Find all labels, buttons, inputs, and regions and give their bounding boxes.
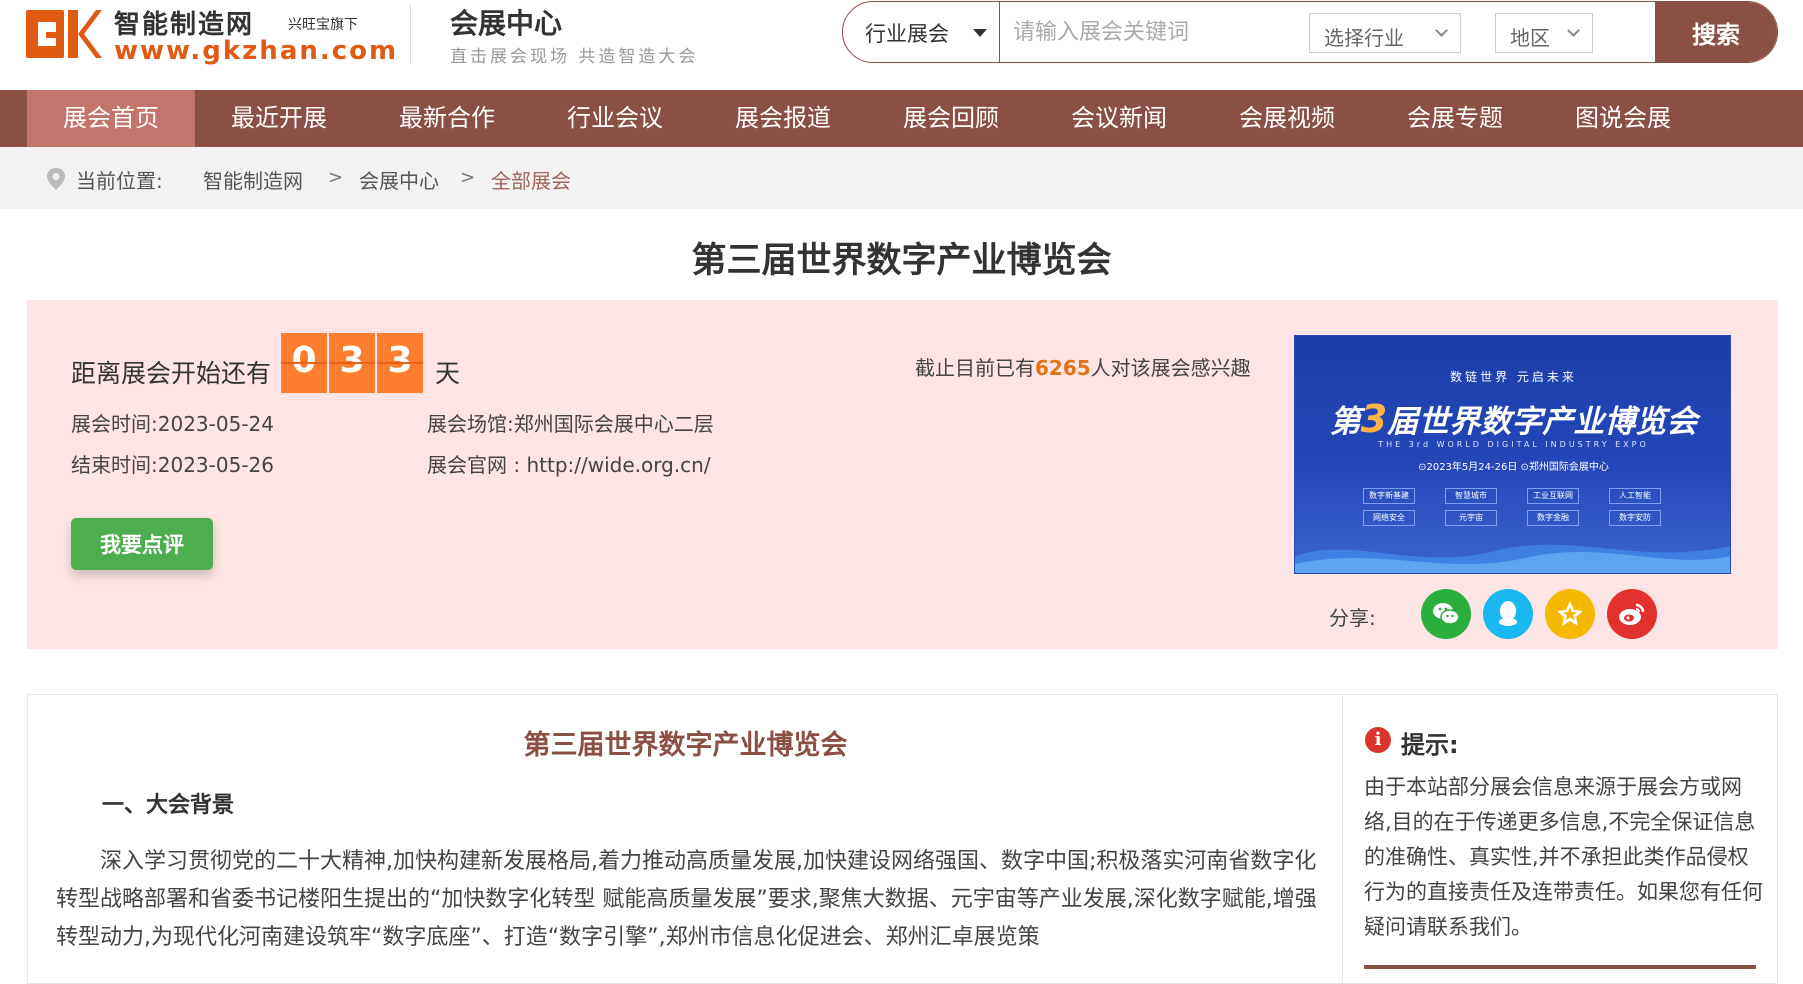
nav-item-home[interactable]: 展会首页 bbox=[27, 90, 195, 147]
banner-tag: 数字新基建 bbox=[1363, 488, 1415, 504]
banner-title-pre: 第 bbox=[1329, 404, 1361, 440]
countdown-label: 距离展会开始还有 bbox=[71, 359, 272, 388]
banner-tag: 数字安防 bbox=[1609, 510, 1661, 526]
banner-tag: 工业互联网 bbox=[1527, 488, 1579, 504]
tips-panel: i 提示: 由于本站部分展会信息来源于展会方或网络,目的在于传递更多信息,不完全… bbox=[1342, 694, 1778, 984]
search-button[interactable]: 搜索 bbox=[1655, 2, 1777, 62]
search-type-label: 行业展会 bbox=[865, 22, 949, 46]
venue-value: 郑州国际会展中心二层 bbox=[513, 412, 714, 436]
logo-tagline: 兴旺宝旗下 bbox=[288, 17, 358, 33]
end-time: 结束时间:2023-05-26 bbox=[71, 449, 274, 478]
banner-subtitle: THE 3rd WORLD DIGITAL INDUSTRY EXPO bbox=[1378, 440, 1649, 449]
weibo-icon bbox=[1619, 603, 1645, 625]
chevron-down-icon bbox=[1567, 24, 1580, 37]
site-slogan: 直击展会现场 共造智造大会 bbox=[450, 47, 699, 67]
official-site-link[interactable]: http://wide.org.cn/ bbox=[526, 453, 710, 477]
nav-item-news[interactable]: 会议新闻 bbox=[1035, 90, 1203, 147]
nav-item-conferences[interactable]: 行业会议 bbox=[531, 90, 699, 147]
article-content: 第三届世界数字产业博览会 一、大会背景 深入学习贯彻党的二十大精神,加快构建新发… bbox=[27, 694, 1342, 984]
banner-tag: 人工智能 bbox=[1609, 488, 1661, 504]
start-time-label: 展会时间: bbox=[71, 412, 158, 436]
search-type-dropdown[interactable]: 行业展会 bbox=[843, 2, 1000, 62]
banner-title: 第3届世界数字产业博览会 bbox=[1295, 396, 1730, 441]
breadcrumb-item-home[interactable]: 智能制造网 bbox=[203, 165, 303, 194]
industry-select-label: 选择行业 bbox=[1324, 26, 1404, 50]
interest-count: 6265 bbox=[1035, 356, 1091, 380]
article-paragraph: 深入学习贯彻党的二十大精神,加快构建新发展格局,着力推动高质量发展,加快建设网络… bbox=[56, 849, 1317, 950]
weibo-share-button[interactable] bbox=[1607, 589, 1657, 639]
event-info-panel: 距离展会开始还有 0 3 3 天 截止目前已有6265人对该展会感兴趣 展会时间… bbox=[27, 300, 1778, 649]
region-select[interactable]: 地区 bbox=[1495, 13, 1593, 53]
write-review-button[interactable]: 我要点评 bbox=[71, 518, 213, 570]
banner-tag: 智慧城市 bbox=[1445, 488, 1497, 504]
site-section-title[interactable]: 会展中心 bbox=[450, 2, 562, 42]
nav-item-topics[interactable]: 会展专题 bbox=[1371, 90, 1539, 147]
wechat-share-button[interactable] bbox=[1421, 589, 1471, 639]
breadcrumb-separator: > bbox=[328, 167, 344, 188]
interest-prefix: 截止目前已有 bbox=[915, 356, 1035, 380]
tips-body: 由于本站部分展会信息来源于展会方或网络,目的在于传递更多信息,不完全保证信息的准… bbox=[1364, 775, 1763, 939]
tips-divider bbox=[1364, 965, 1756, 969]
banner-date: ⊙2023年5月24-26日 ⊙郑州国际会展中心 bbox=[1418, 462, 1609, 473]
banner-tag: 网络安全 bbox=[1363, 510, 1415, 526]
industry-select[interactable]: 选择行业 bbox=[1309, 13, 1461, 53]
breadcrumb: 当前位置: 智能制造网 > 会展中心 > 全部展会 bbox=[0, 147, 1803, 209]
banner-slogan: 数链世界 元启未来 bbox=[1450, 370, 1577, 384]
region-select-label: 地区 bbox=[1510, 26, 1550, 50]
interest-count-text: 截止目前已有6265人对该展会感兴趣 bbox=[915, 352, 1251, 381]
page-title: 第三届世界数字产业博览会 bbox=[691, 241, 1112, 281]
nav-item-cooperation[interactable]: 最新合作 bbox=[363, 90, 531, 147]
nav-item-gallery[interactable]: 图说会展 bbox=[1539, 90, 1707, 147]
wechat-icon bbox=[1433, 603, 1460, 625]
site-header: 智能制造网 兴旺宝旗下 www.gkzhan.com 会展中心 直击展会现场 共… bbox=[0, 0, 1803, 90]
countdown-digit: 3 bbox=[377, 333, 423, 393]
banner-tag: 数字金融 bbox=[1527, 510, 1579, 526]
nav-item-recent[interactable]: 最近开展 bbox=[195, 90, 363, 147]
gk-logo-icon[interactable] bbox=[26, 6, 102, 62]
banner-tag: 元宇宙 bbox=[1445, 510, 1497, 526]
countdown-digit: 0 bbox=[281, 333, 327, 393]
caret-down-icon bbox=[973, 29, 987, 37]
search-bar: 行业展会 选择行业 地区 搜索 bbox=[842, 1, 1778, 63]
info-icon: i bbox=[1365, 727, 1391, 753]
location-pin-icon bbox=[47, 168, 65, 190]
interest-suffix: 人对该展会感兴趣 bbox=[1090, 356, 1251, 380]
venue: 展会场馆:郑州国际会展中心二层 bbox=[427, 408, 714, 437]
official-site-label: 展会官网 : bbox=[427, 453, 527, 477]
tips-title: 提示: bbox=[1401, 731, 1459, 759]
start-time-value: 2023-05-24 bbox=[157, 412, 274, 436]
qzone-star-icon bbox=[1557, 601, 1583, 626]
official-site: 展会官网 : http://wide.org.cn/ bbox=[427, 449, 711, 478]
qq-share-button[interactable] bbox=[1483, 589, 1533, 639]
banner-title-post: 届世界数字产业博览会 bbox=[1387, 404, 1698, 440]
start-time: 展会时间:2023-05-24 bbox=[71, 408, 274, 437]
share-label: 分享: bbox=[1329, 606, 1376, 630]
end-time-value: 2023-05-26 bbox=[157, 453, 274, 477]
venue-label: 展会场馆: bbox=[427, 412, 514, 436]
header-divider bbox=[410, 4, 411, 64]
chevron-down-icon bbox=[1435, 24, 1448, 37]
countdown-digit: 3 bbox=[329, 333, 375, 393]
breadcrumb-label: 当前位置: bbox=[76, 169, 163, 193]
countdown-unit: 天 bbox=[435, 359, 461, 388]
nav-item-videos[interactable]: 会展视频 bbox=[1203, 90, 1371, 147]
breadcrumb-separator: > bbox=[460, 167, 476, 188]
breadcrumb-item-center[interactable]: 会展中心 bbox=[359, 165, 439, 194]
banner-wave-graphic bbox=[1295, 544, 1730, 573]
event-banner-image[interactable]: 数链世界 元启未来 第3届世界数字产业博览会 THE 3rd WORLD DIG… bbox=[1294, 335, 1731, 574]
main-nav: 展会首页 最近开展 最新合作 行业会议 展会报道 展会回顾 会议新闻 会展视频 … bbox=[0, 90, 1803, 147]
nav-item-review[interactable]: 展会回顾 bbox=[867, 90, 1035, 147]
banner-title-number: 3 bbox=[1360, 397, 1388, 441]
nav-item-reports[interactable]: 展会报道 bbox=[699, 90, 867, 147]
qzone-share-button[interactable] bbox=[1545, 589, 1595, 639]
qq-icon bbox=[1499, 601, 1517, 626]
article-title: 第三届世界数字产业博览会 bbox=[523, 730, 848, 761]
article-section-heading: 一、大会背景 bbox=[102, 793, 235, 818]
logo-url[interactable]: www.gkzhan.com bbox=[114, 36, 398, 66]
end-time-label: 结束时间: bbox=[71, 453, 158, 477]
breadcrumb-item-current[interactable]: 全部展会 bbox=[491, 165, 571, 194]
search-input[interactable] bbox=[1013, 14, 1313, 50]
